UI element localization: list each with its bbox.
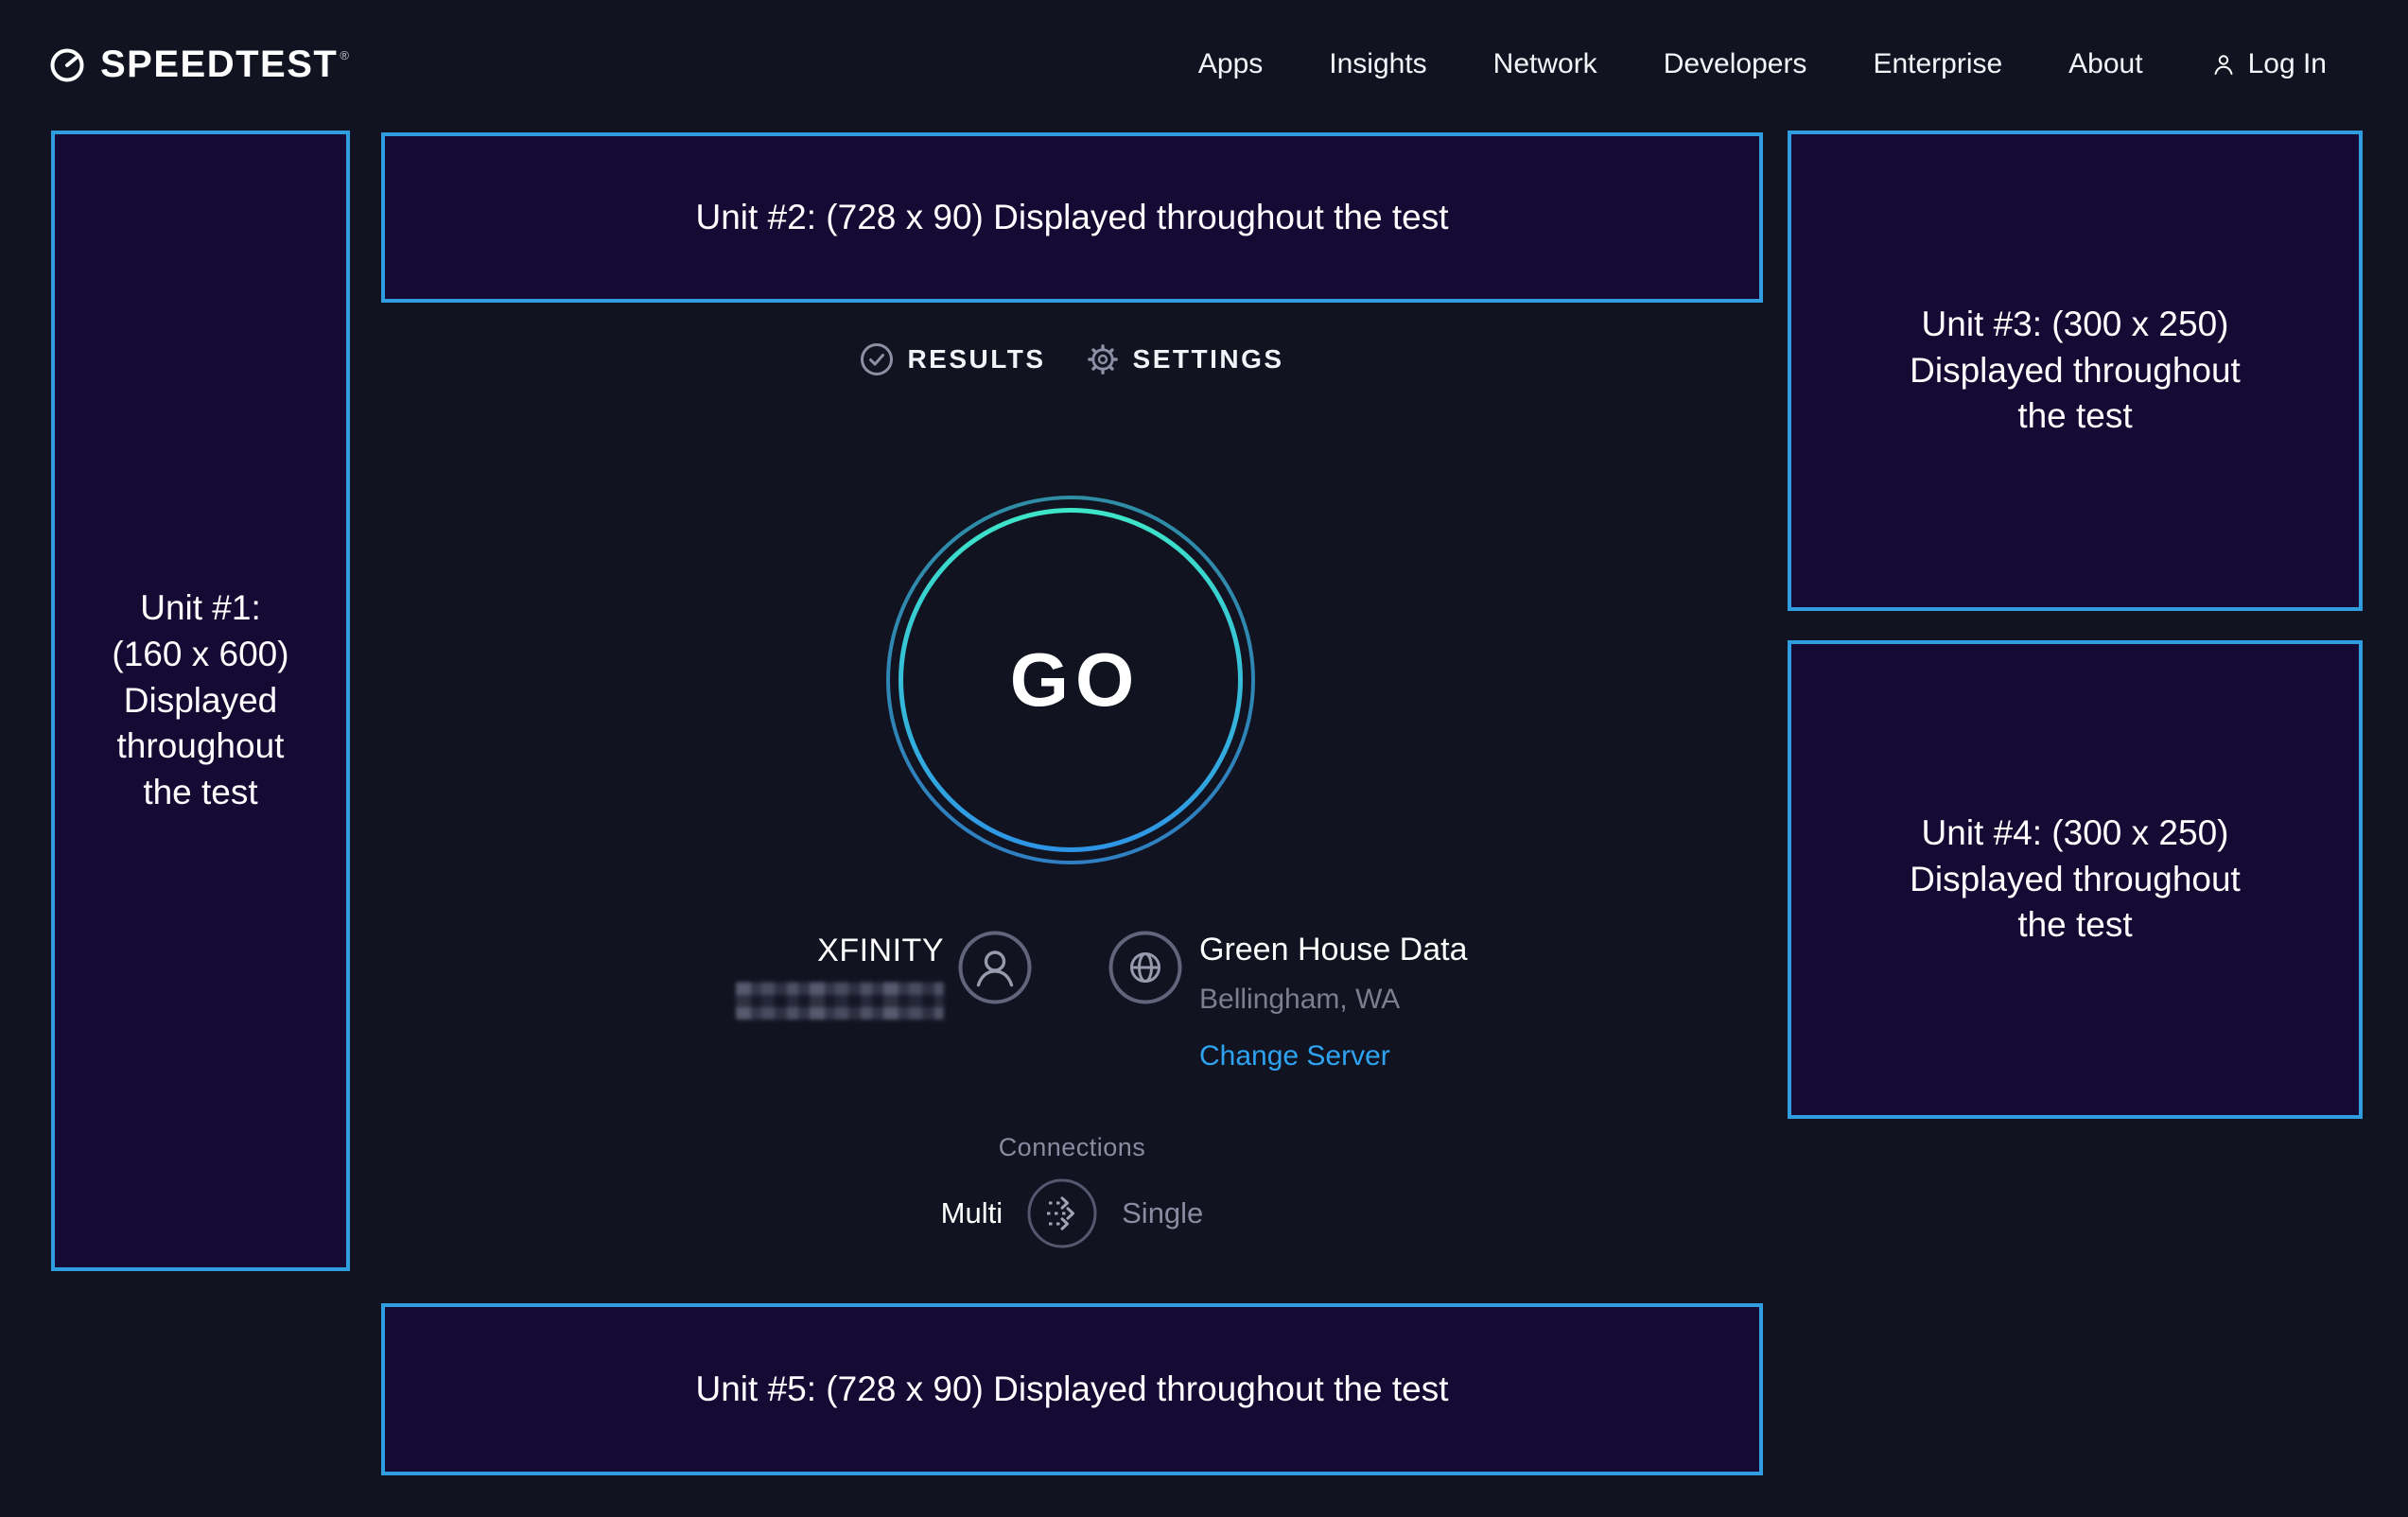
ad-unit-5-label: Unit #5: (728 x 90) Displayed throughout… [696,1367,1449,1413]
connections-label: Connections [381,1133,1763,1162]
isp-user-icon [958,931,1032,1004]
nav-item-enterprise[interactable]: Enterprise [1873,48,2002,80]
nav-item-network[interactable]: Network [1493,48,1597,80]
ad-unit-3-label: Unit #3: (300 x 250) Displayed throughou… [1910,302,2241,440]
user-icon [2209,50,2238,78]
header: SPEEDTEST® Apps Insights Network Develop… [0,0,2408,129]
speedtest-page: SPEEDTEST® Apps Insights Network Develop… [0,0,2408,1517]
nav-item-about[interactable]: About [2068,48,2142,80]
connections-single-option[interactable]: Single [1122,1196,1203,1230]
connections-toggle-row: Multi Single [381,1178,1763,1248]
check-circle-icon [860,342,894,376]
connections-multi-option[interactable]: Multi [941,1196,1003,1230]
nav-item-insights[interactable]: Insights [1329,48,1426,80]
gear-icon [1086,342,1120,376]
tab-bar: RESULTS SETTINGS [381,342,1763,376]
speedometer-icon [49,47,85,83]
tab-settings-label: SETTINGS [1133,344,1284,375]
ad-unit-2-label: Unit #2: (728 x 90) Displayed throughout… [696,195,1449,241]
isp-ip-redacted [736,982,944,1020]
tab-settings[interactable]: SETTINGS [1086,342,1284,376]
logo-text: SPEEDTEST® [100,42,349,87]
isp-info: XFINITY [736,933,944,1020]
go-button[interactable]: GO [886,496,1255,864]
server-name: Green House Data [1199,931,1468,968]
go-button-label: GO [886,496,1255,864]
tab-results-label: RESULTS [907,344,1045,375]
nav-item-developers[interactable]: Developers [1664,48,1807,80]
nav-item-apps[interactable]: Apps [1198,48,1263,80]
change-server-link[interactable]: Change Server [1199,1040,1468,1072]
main-nav: Apps Insights Network Developers Enterpr… [1198,48,2327,80]
ad-unit-2[interactable]: Unit #2: (728 x 90) Displayed throughout… [381,132,1763,303]
ad-unit-1[interactable]: Unit #1: (160 x 600) Displayed throughou… [51,131,350,1271]
ad-unit-5[interactable]: Unit #5: (728 x 90) Displayed throughout… [381,1303,1763,1475]
ad-unit-4[interactable]: Unit #4: (300 x 250) Displayed throughou… [1788,640,2363,1119]
trademark-symbol: ® [340,48,349,62]
login-label: Log In [2248,48,2327,80]
isp-name: XFINITY [736,933,944,968]
speedtest-logo[interactable]: SPEEDTEST® [49,42,349,87]
connections-toggle-icon[interactable] [1027,1178,1097,1248]
server-info: Green House Data Bellingham, WA Change S… [1199,931,1468,1072]
server-location: Bellingham, WA [1199,984,1468,1016]
login-button[interactable]: Log In [2209,48,2327,80]
ad-unit-3[interactable]: Unit #3: (300 x 250) Displayed throughou… [1788,131,2363,611]
globe-icon [1108,931,1182,1004]
tab-results[interactable]: RESULTS [860,342,1045,376]
ad-unit-1-label: Unit #1: (160 x 600) Displayed throughou… [112,585,288,816]
ad-unit-4-label: Unit #4: (300 x 250) Displayed throughou… [1910,811,2241,949]
